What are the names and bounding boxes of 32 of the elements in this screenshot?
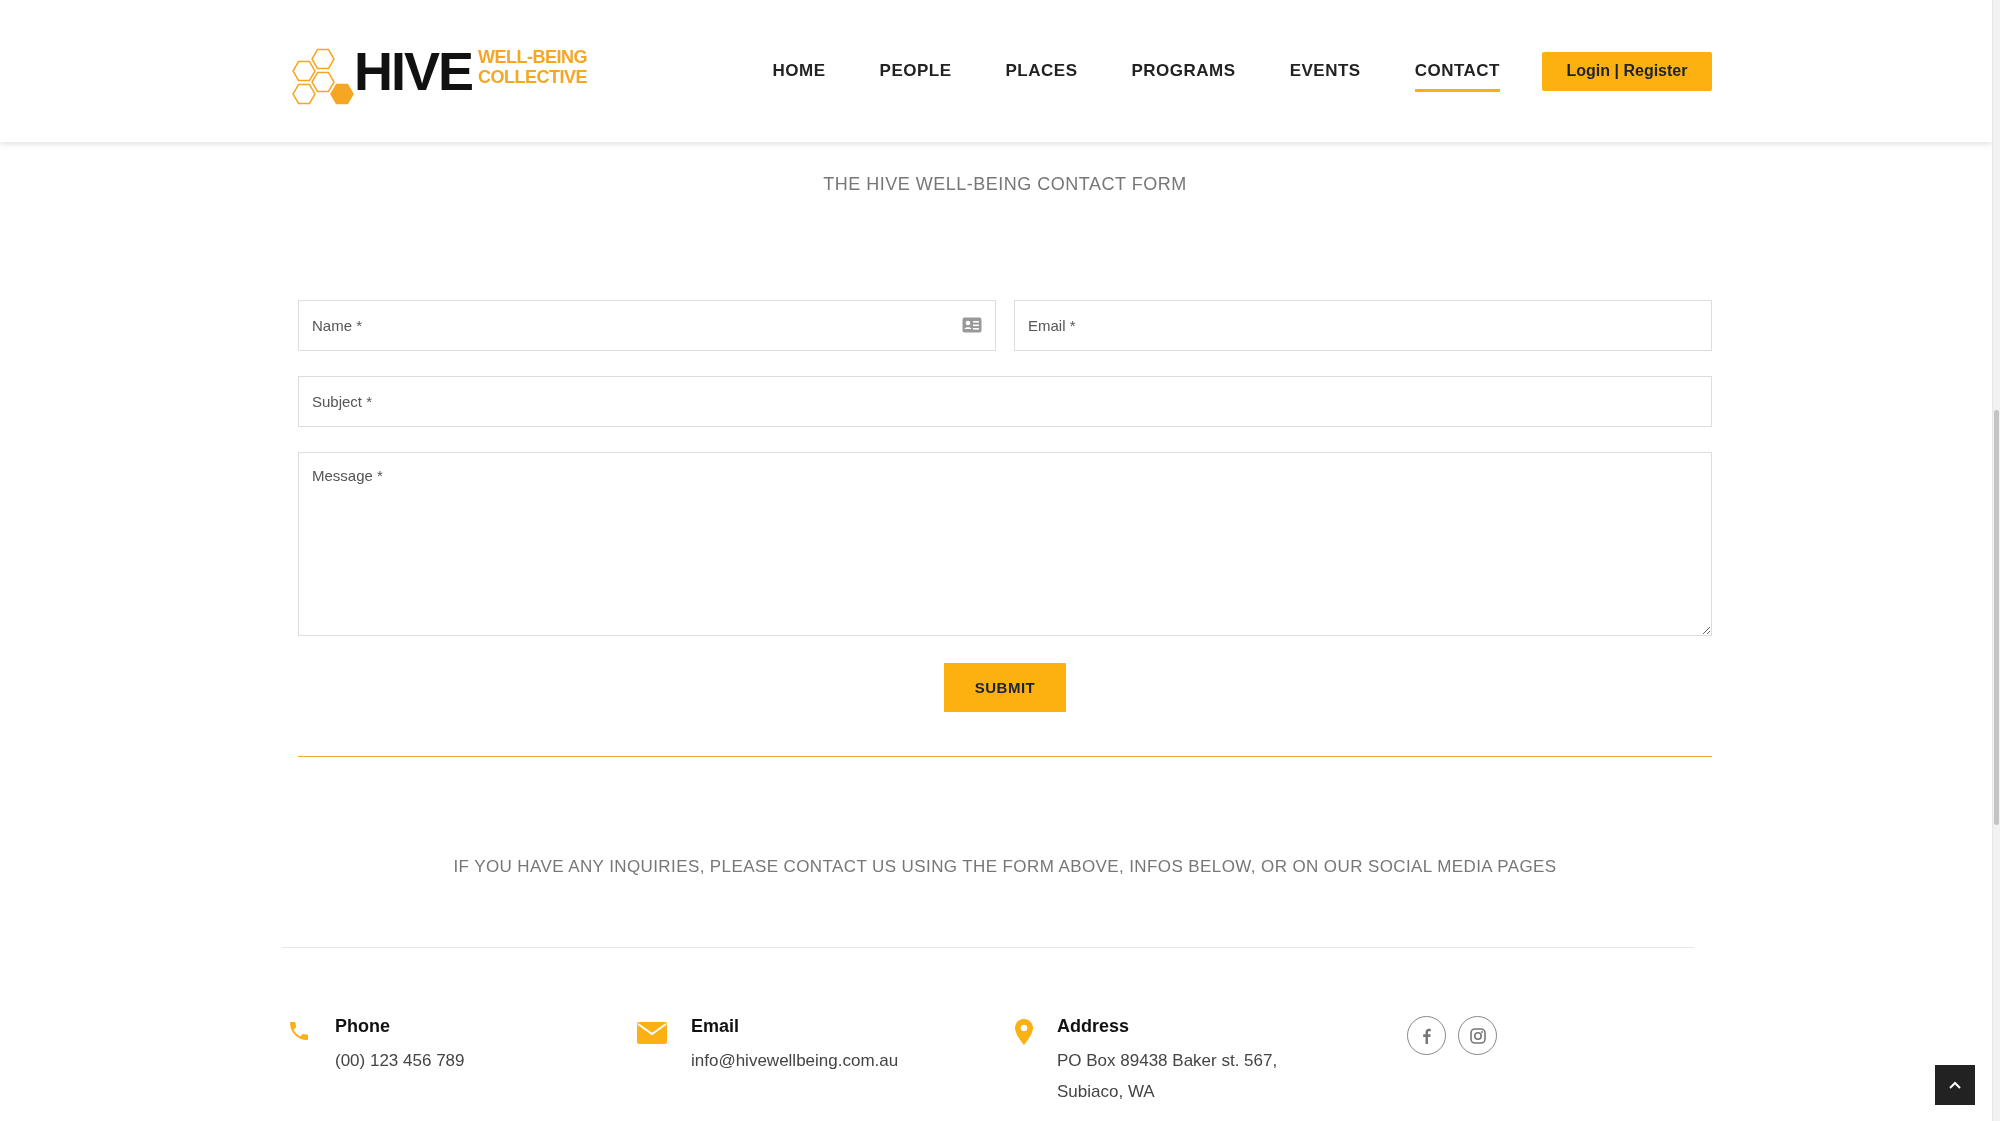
- scrollbar-thumb[interactable]: [1994, 410, 1999, 825]
- inquiry-note: IF YOU HAVE ANY INQUIRIES, PLEASE CONTACT US USING THE FORM ABOVE, INFOS BELOW, OR ON OUR SOCIAL MEDIA PAGES: [452, 857, 1558, 877]
- envelope-icon: [637, 1022, 667, 1044]
- nav-link[interactable]: PLACES: [1005, 53, 1078, 92]
- submit-button[interactable]: SUBMIT: [944, 663, 1066, 712]
- message-field[interactable]: Message *: [298, 452, 1712, 636]
- instagram-button[interactable]: [1458, 1016, 1497, 1055]
- contact-detail: (00) 123 456 789: [335, 1050, 465, 1072]
- nav-link[interactable]: PROGRAMS: [1131, 53, 1236, 92]
- nav-link[interactable]: EVENTS: [1289, 53, 1361, 92]
- nav-link[interactable]: PEOPLE: [879, 53, 952, 92]
- contact-detail: Subiaco, WA: [1057, 1081, 1156, 1103]
- input-field[interactable]: Name *: [298, 300, 996, 351]
- facebook-button[interactable]: [1407, 1016, 1446, 1055]
- nav-link[interactable]: HOME: [772, 53, 826, 92]
- input-field[interactable]: Subject *: [298, 376, 1712, 427]
- instagram-icon: [1468, 1026, 1487, 1045]
- input-field[interactable]: Email *: [1014, 300, 1712, 351]
- logo-tagline: WELL-BEING: [478, 47, 588, 67]
- nav-link[interactable]: CONTACT: [1414, 53, 1500, 92]
- contact-label: Phone: [335, 1016, 391, 1037]
- logo-wordmark: HIVE: [354, 44, 473, 98]
- contact-label: Address: [1057, 1016, 1131, 1037]
- contact-detail: info@hivewellbeing.com.au: [691, 1050, 899, 1072]
- phone-icon: [287, 1019, 311, 1043]
- contact-label: Email: [691, 1016, 741, 1037]
- form-title: THE HIVE WELL-BEING CONTACT FORM: [822, 174, 1188, 195]
- contact-detail: PO Box 89438 Baker st. 567,: [1057, 1050, 1278, 1072]
- login-register-button[interactable]: Login | Register: [1542, 51, 1712, 91]
- logo-tagline: COLLECTIVE: [478, 67, 588, 87]
- chevron-up-icon: [1949, 1081, 1961, 1089]
- map-pin-icon: [1015, 1019, 1033, 1045]
